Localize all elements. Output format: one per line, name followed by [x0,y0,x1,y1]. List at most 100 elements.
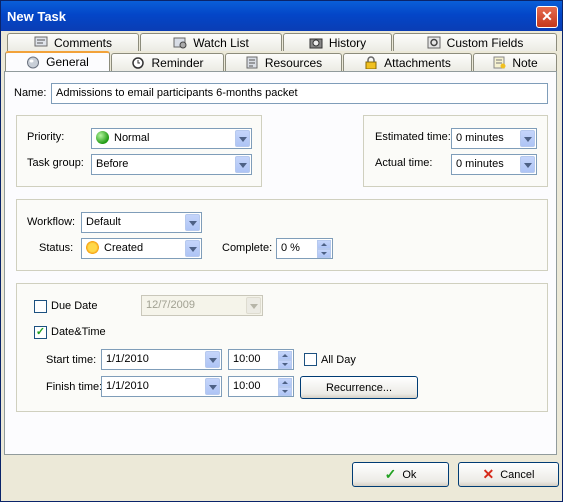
due-date-label: Due Date [51,300,98,312]
chevron-down-icon[interactable] [205,378,220,395]
tab-label: General [46,55,89,69]
checkmark-icon: ✓ [384,466,397,482]
tab-custom-fields[interactable]: Custom Fields [393,33,557,51]
tab-label: Custom Fields [446,35,524,50]
resources-icon [245,56,259,69]
start-time-value: 10:00 [233,353,261,365]
comments-icon [34,36,48,49]
spin-up-icon[interactable] [278,378,292,387]
workflow-value: Default [86,216,121,228]
finish-time-label: Finish time: [46,381,103,393]
tab-label: History [328,35,367,50]
chevron-down-icon[interactable] [235,130,250,147]
datetime-checkbox[interactable]: ✓ [34,326,47,339]
title-bar[interactable]: New Task ✕ [1,1,562,31]
chevron-down-icon[interactable] [235,156,250,173]
chevron-down-icon[interactable] [246,297,261,314]
estimated-time-label: Estimated time: [375,131,451,143]
ok-button[interactable]: ✓ Ok [352,462,449,487]
lock-icon [364,56,378,70]
green-status-icon [96,131,109,144]
workflow-select[interactable]: Default [81,212,202,233]
note-icon [492,56,506,69]
dates-group: Due Date 12/7/2009 ✓ Date&Time Start tim… [16,283,548,412]
estimated-time-value: 0 minutes [456,132,504,144]
ok-label: Ok [402,468,417,481]
workflow-label: Workflow: [27,216,76,228]
tab-label: Resources [264,55,323,70]
finish-time-value: 10:00 [233,380,261,392]
recurrence-label: Recurrence... [325,381,393,394]
status-select[interactable]: Created [81,238,202,259]
finish-date-value: 1/1/2010 [106,380,149,392]
priority-label: Priority: [27,131,65,143]
watch-list-icon [173,36,187,49]
spin-down-icon[interactable] [317,249,331,258]
priority-group: Priority: Normal Task group: Before [16,115,262,187]
chevron-down-icon[interactable] [185,214,200,231]
spin-down-icon[interactable] [278,387,292,396]
chevron-down-icon[interactable] [185,240,200,257]
cancel-button[interactable]: ✕ Cancel [458,462,559,487]
close-button[interactable]: ✕ [536,6,558,28]
general-tab-panel: Name: Admissions to email participants 6… [4,71,557,455]
spin-up-icon[interactable] [317,240,331,249]
finish-date-picker[interactable]: 1/1/2010 [101,376,222,397]
alarm-clock-icon [131,56,145,69]
start-date-value: 1/1/2010 [106,353,149,365]
new-task-dialog: New Task ✕ Comments Watch List History C… [0,0,563,502]
time-group: Estimated time: 0 minutes Actual time: 0… [363,115,548,187]
start-date-picker[interactable]: 1/1/2010 [101,349,222,370]
tab-resources[interactable]: Resources [225,53,342,71]
cancel-label: Cancel [500,468,535,481]
name-field[interactable]: Admissions to email participants 6-month… [51,83,548,104]
tab-label: Note [512,55,538,70]
task-group-select[interactable]: Before [91,154,252,175]
due-date-value: 12/7/2009 [146,299,195,311]
priority-select[interactable]: Normal [91,128,252,149]
datetime-label: Date&Time [51,326,106,338]
complete-spinner[interactable]: 0 % [276,238,333,259]
tab-label: Reminder [151,55,204,70]
tab-label: Attachments [384,55,451,70]
all-day-label: All Day [321,354,356,366]
recurrence-button[interactable]: Recurrence... [300,376,418,399]
checkmark-icon: ✓ [35,326,46,338]
tab-comments[interactable]: Comments [7,33,139,51]
all-day-checkbox[interactable] [304,353,317,366]
workflow-group: Workflow: Default Status: Created Comple… [16,199,548,271]
history-icon [309,36,323,49]
actual-time-value: 0 minutes [456,158,504,170]
priority-value: Normal [114,131,150,144]
chevron-down-icon[interactable] [520,156,535,173]
estimated-time-select[interactable]: 0 minutes [451,128,537,149]
chevron-down-icon[interactable] [520,130,535,147]
close-icon: ✕ [482,466,495,482]
tab-label: Comments [53,35,112,50]
due-date-picker[interactable]: 12/7/2009 [141,295,263,316]
chevron-down-icon[interactable] [205,351,220,368]
tab-attachments[interactable]: Attachments [343,53,472,71]
status-label: Status: [39,242,74,254]
tab-history[interactable]: History [283,33,392,51]
actual-time-select[interactable]: 0 minutes [451,154,537,175]
status-value: Created [104,241,144,254]
start-time-label: Start time: [46,354,97,366]
window-title: New Task [7,9,67,24]
spin-down-icon[interactable] [278,360,292,369]
tab-reminder[interactable]: Reminder [111,53,224,71]
complete-value: 0 % [281,242,300,254]
name-label: Name: [14,87,47,99]
tab-general[interactable]: General [5,51,110,71]
due-date-checkbox[interactable] [34,300,47,313]
start-time-spinner[interactable]: 10:00 [228,349,294,370]
tab-label: Watch List [193,35,249,50]
spin-up-icon[interactable] [278,351,292,360]
task-group-label: Task group: [27,157,84,169]
general-icon [26,56,40,69]
tab-watch-list[interactable]: Watch List [140,33,282,51]
custom-fields-icon [427,36,441,49]
tab-note[interactable]: Note [473,53,557,71]
finish-time-spinner[interactable]: 10:00 [228,376,294,397]
task-group-value: Before [96,158,129,170]
